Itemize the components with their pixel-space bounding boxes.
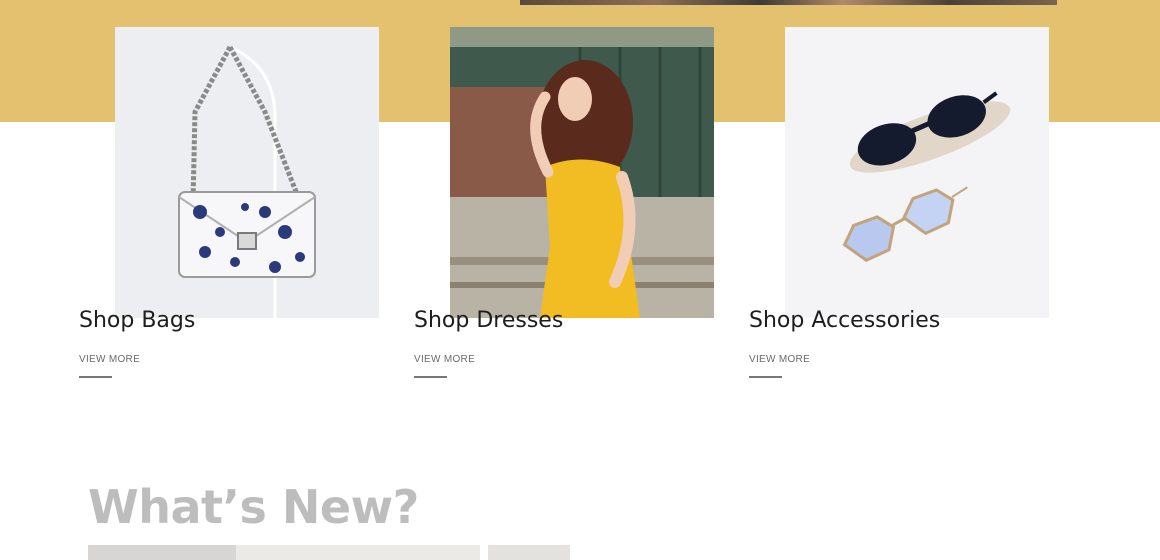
- accessories-view-more-link[interactable]: VIEW MORE: [749, 354, 810, 365]
- dress-model-illustration: [450, 27, 714, 318]
- dresses-category-image[interactable]: [450, 27, 714, 318]
- handbag-illustration: [115, 27, 379, 318]
- accessories-link-underline: [749, 376, 782, 378]
- new-item-image-3[interactable]: [488, 545, 570, 560]
- hero-image-edge: [520, 0, 1057, 5]
- bags-view-more-link[interactable]: VIEW MORE: [79, 354, 140, 365]
- bags-link-underline: [79, 376, 112, 378]
- new-item-image-2[interactable]: [236, 545, 480, 560]
- shop-accessories-title[interactable]: Shop Accessories: [749, 306, 940, 336]
- dresses-view-more-link[interactable]: VIEW MORE: [414, 354, 475, 365]
- accessories-category-image[interactable]: [785, 27, 1049, 318]
- whats-new-heading: What’s New?: [88, 480, 419, 534]
- dresses-link-underline: [414, 376, 447, 378]
- sunglasses-illustration: [785, 27, 1049, 318]
- shop-bags-title[interactable]: Shop Bags: [79, 306, 195, 336]
- shop-dresses-title[interactable]: Shop Dresses: [414, 306, 563, 336]
- new-item-image-1[interactable]: [88, 545, 236, 560]
- bags-category-image[interactable]: [115, 27, 379, 318]
